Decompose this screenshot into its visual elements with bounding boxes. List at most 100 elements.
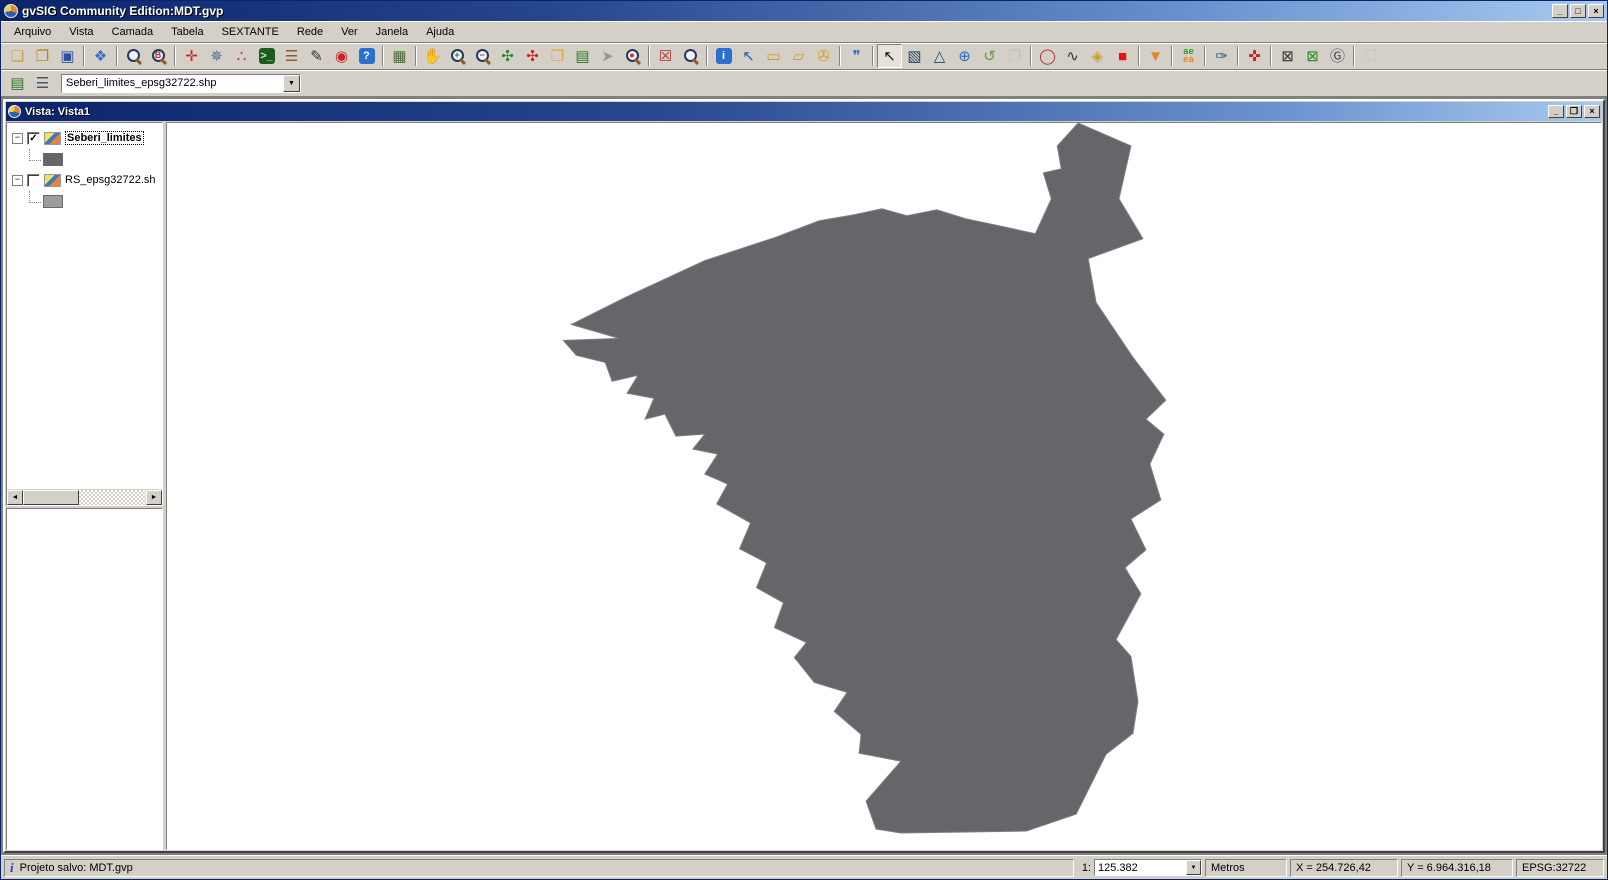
map-canvas[interactable] [166, 122, 1602, 850]
layer-label[interactable]: Seberi_limites [65, 131, 144, 145]
statusbar: i Projeto salvo: MDT.gvp 1: 125.382 ▼ Me… [1, 855, 1607, 879]
scroll-left-button[interactable]: ◄ [7, 490, 23, 505]
scrollbar-track[interactable] [79, 490, 146, 505]
layer-visibility-checkbox[interactable] [27, 174, 40, 187]
vista-minimize-button[interactable]: _ [1548, 105, 1564, 118]
vista-close-button[interactable]: × [1584, 105, 1600, 118]
google-geo-button[interactable]: Ⓖ [1325, 44, 1350, 68]
scale-dropdown-button[interactable]: ▼ [1186, 860, 1201, 875]
seberi-municipality-polygon[interactable] [563, 123, 1165, 833]
measure-distance-button[interactable]: ▭ [761, 44, 786, 68]
info-button[interactable]: i [711, 44, 736, 68]
select-polygon-button[interactable]: △ [927, 44, 952, 68]
menu-ver[interactable]: Ver [332, 23, 367, 41]
legend-swatch[interactable] [43, 195, 63, 208]
zoom-in-button[interactable]: + [445, 44, 470, 68]
filter-button[interactable]: ▼ [1143, 44, 1168, 68]
menu-arquivo[interactable]: Arquivo [5, 23, 60, 41]
menu-rede[interactable]: Rede [288, 23, 332, 41]
sextante-modeler-button[interactable]: ✎ [304, 44, 329, 68]
new-document-button[interactable]: ❏ [5, 44, 30, 68]
measure-area-button[interactable]: ▱ [786, 44, 811, 68]
select-info-button[interactable]: ↖ [736, 44, 761, 68]
zoom-out-button[interactable]: − [470, 44, 495, 68]
layer-toolbar-icons: ▤☰ [5, 71, 55, 95]
globe-tool-button[interactable]: ⊕ [952, 44, 977, 68]
annotation-editor-button[interactable]: ✑ [1209, 44, 1234, 68]
pan-flat-button[interactable]: ➤ [595, 44, 620, 68]
layer-combo[interactable]: Seberi_limites_epsg32722.shp ▼ [61, 74, 301, 93]
pan-button[interactable]: ✋ [420, 44, 445, 68]
hyperlink-button[interactable]: ❞ [844, 44, 869, 68]
select-circle-button[interactable]: ◯ [1035, 44, 1060, 68]
export-georef-button[interactable]: ⊠ [1300, 44, 1325, 68]
window-close-button[interactable]: × [1588, 4, 1604, 18]
frame-image-button[interactable]: ☒ [653, 44, 678, 68]
georeferencing-button[interactable]: ✛ [179, 44, 204, 68]
sextante-toolbox-button[interactable]: ✵ [204, 44, 229, 68]
sextante-record-button[interactable]: ◉ [329, 44, 354, 68]
selection-manager-icon: ❒ [1008, 49, 1021, 64]
coordinate-y-cell: Y = 6.964.316,18 [1401, 859, 1513, 877]
tree-collapse-icon[interactable]: − [12, 133, 23, 144]
vista-window-icon [8, 105, 21, 118]
new-view-button[interactable]: ❖ [88, 44, 113, 68]
scale-combo[interactable]: 125.382 ▼ [1094, 859, 1202, 876]
lasso-swirl-button[interactable]: ✇ [811, 44, 836, 68]
sextante-toolbox-icon: ✵ [210, 49, 223, 64]
window-minimize-button[interactable]: _ [1552, 4, 1568, 18]
scrollbar-thumb[interactable] [23, 490, 79, 505]
export-frame-button[interactable]: ⊠ [1275, 44, 1300, 68]
select-buffer-button[interactable]: ◈ [1085, 44, 1110, 68]
zoom-fit-button[interactable]: ✣ [495, 44, 520, 68]
scroll-right-button[interactable]: ► [146, 490, 162, 505]
vista-restore-button[interactable]: ❐ [1566, 105, 1582, 118]
legend-swatch[interactable] [43, 153, 63, 166]
project-preview-button[interactable] [121, 44, 146, 68]
menu-ajuda[interactable]: Ajuda [417, 23, 463, 41]
layer-visibility-checkbox[interactable]: ✓ [27, 132, 40, 145]
layer-row[interactable]: − RS_epsg32722.sh [7, 169, 162, 191]
measure-area-icon: ▱ [793, 49, 805, 64]
select-polyline-button[interactable]: ∿ [1060, 44, 1085, 68]
toolbar-separator [1204, 46, 1206, 66]
epsg-cell: EPSG:32722 [1516, 859, 1604, 877]
toc-list-button[interactable]: ☰ [30, 71, 55, 95]
layer-combo-dropdown-button[interactable]: ▼ [283, 75, 300, 92]
toc-horizontal-scrollbar[interactable]: ◄ ► [7, 489, 162, 505]
search-b-button[interactable]: B [146, 44, 171, 68]
menu-sextante[interactable]: SEXTANTE [213, 23, 288, 41]
toc-panel: −✓Seberi_limites−RS_epsg32722.sh ◄ ► [6, 122, 163, 506]
map-svg [167, 123, 1601, 849]
sextante-console-button[interactable]: >_ [254, 44, 279, 68]
layer-row[interactable]: −✓ Seberi_limites [7, 127, 162, 149]
sextante-history-button[interactable]: ☰ [279, 44, 304, 68]
select-rectangle-button[interactable]: ▧ [902, 44, 927, 68]
zoom-layer-button[interactable]: ▤ [570, 44, 595, 68]
tree-collapse-icon[interactable]: − [12, 175, 23, 186]
layer-label[interactable]: RS_epsg32722.sh [65, 174, 156, 186]
zoom-selected-button[interactable]: ● [620, 44, 645, 68]
vista-titlebar[interactable]: Vista: Vista1 _❐× [6, 102, 1602, 121]
zoom-previous-button[interactable]: ❐ [545, 44, 570, 68]
zoom-manager-button[interactable] [678, 44, 703, 68]
save-project-button[interactable]: ▣ [55, 44, 80, 68]
menu-camada[interactable]: Camada [103, 23, 163, 41]
center-to-point-button[interactable]: ✜ [1242, 44, 1267, 68]
pan-icon: ✋ [423, 49, 442, 64]
select-buffer-icon: ◈ [1092, 49, 1104, 64]
refresh-selection-button[interactable]: ↺ [977, 44, 1002, 68]
menu-tabela[interactable]: Tabela [162, 23, 212, 41]
select-simple-button[interactable]: ↖ [877, 44, 902, 68]
geoprocessing-button[interactable]: ∴ [229, 44, 254, 68]
menu-vista[interactable]: Vista [60, 23, 102, 41]
toc-order-button[interactable]: ▤ [5, 71, 30, 95]
locate-by-attribute-button[interactable]: aeea [1176, 44, 1201, 68]
sextante-help-button[interactable]: ? [354, 44, 379, 68]
table-properties-button[interactable]: ▦ [387, 44, 412, 68]
window-maximize-button[interactable]: □ [1570, 4, 1586, 18]
menu-janela[interactable]: Janela [367, 23, 417, 41]
zoom-full-button[interactable]: ✣ [520, 44, 545, 68]
fill-color-button[interactable]: ■ [1110, 44, 1135, 68]
open-project-button[interactable]: ❐ [30, 44, 55, 68]
